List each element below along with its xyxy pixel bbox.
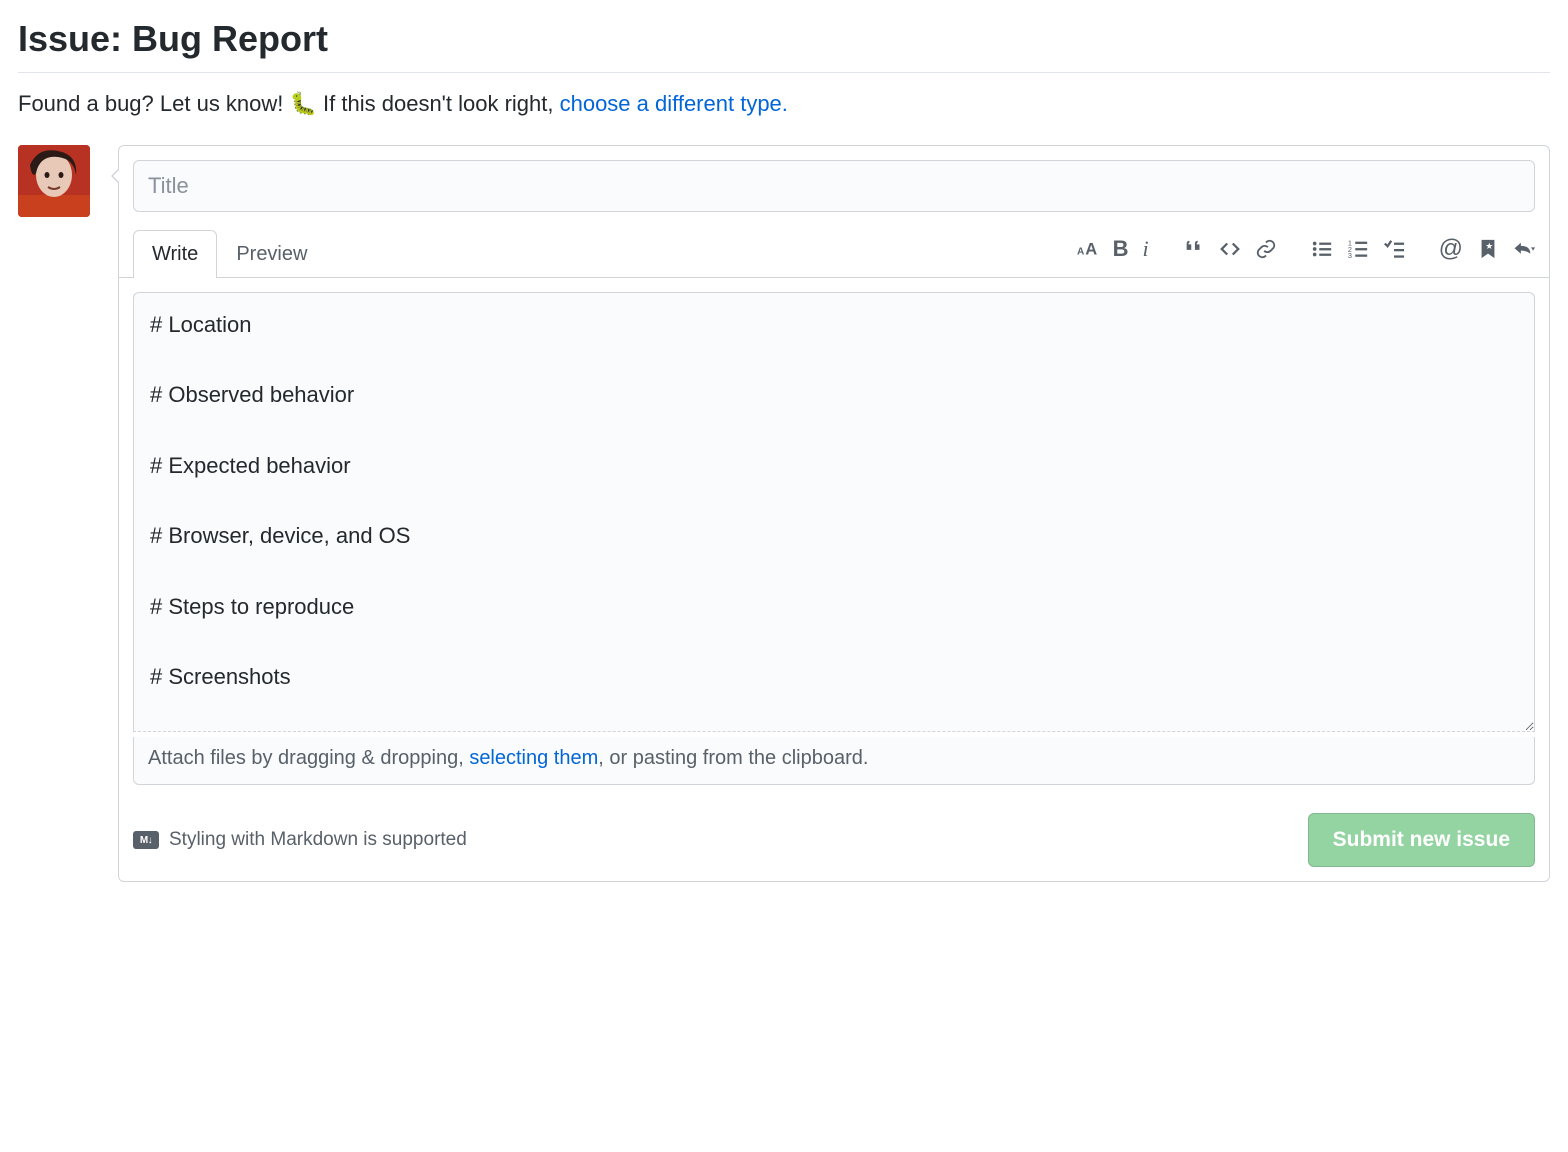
bug-emoji: 🐛 [290,91,317,116]
issue-body-textarea[interactable] [133,292,1535,732]
svg-text:A: A [1077,246,1085,257]
editor-toolbar: AA B i [1077,237,1535,271]
editor-tabs: Write Preview [133,230,326,277]
bold-icon[interactable]: B [1113,238,1129,260]
avatar [18,145,90,217]
intro-text: Found a bug? Let us know! 🐛 If this does… [18,91,1550,117]
reference-icon[interactable]: ★ [1477,238,1499,260]
svg-text:A: A [1085,240,1097,258]
tab-preview[interactable]: Preview [217,230,326,278]
tab-write[interactable]: Write [133,230,217,278]
intro-middle: If this doesn't look right, [317,91,560,116]
markdown-hint[interactable]: M↓ Styling with Markdown is supported [133,829,467,851]
quote-icon[interactable] [1183,238,1205,260]
markdown-icon: M↓ [133,831,159,849]
task-list-icon[interactable] [1383,238,1405,260]
markdown-hint-text: Styling with Markdown is supported [169,829,467,851]
choose-different-type-link[interactable]: choose a different type. [560,91,788,116]
numbered-list-icon[interactable]: 123 [1347,238,1369,260]
page-title: Issue: Bug Report [18,18,1550,73]
svg-text:★: ★ [1485,241,1493,251]
attach-hint[interactable]: Attach files by dragging & dropping, sel… [133,737,1535,785]
reply-icon[interactable] [1513,238,1535,260]
mention-icon[interactable]: @ [1439,237,1463,261]
attach-select-link[interactable]: selecting them [469,747,598,769]
code-icon[interactable] [1219,238,1241,260]
text-size-icon[interactable]: AA [1077,238,1099,260]
issue-title-input[interactable] [133,160,1535,212]
bulleted-list-icon[interactable] [1311,238,1333,260]
attach-hint-after: , or pasting from the clipboard. [598,747,868,769]
issue-form: Write Preview AA B i [118,145,1550,882]
svg-text:3: 3 [1348,251,1352,260]
intro-prefix: Found a bug? Let us know! [18,91,290,116]
submit-issue-button[interactable]: Submit new issue [1308,813,1535,867]
link-icon[interactable] [1255,238,1277,260]
italic-icon[interactable]: i [1143,238,1149,260]
attach-hint-before: Attach files by dragging & dropping, [148,747,469,769]
